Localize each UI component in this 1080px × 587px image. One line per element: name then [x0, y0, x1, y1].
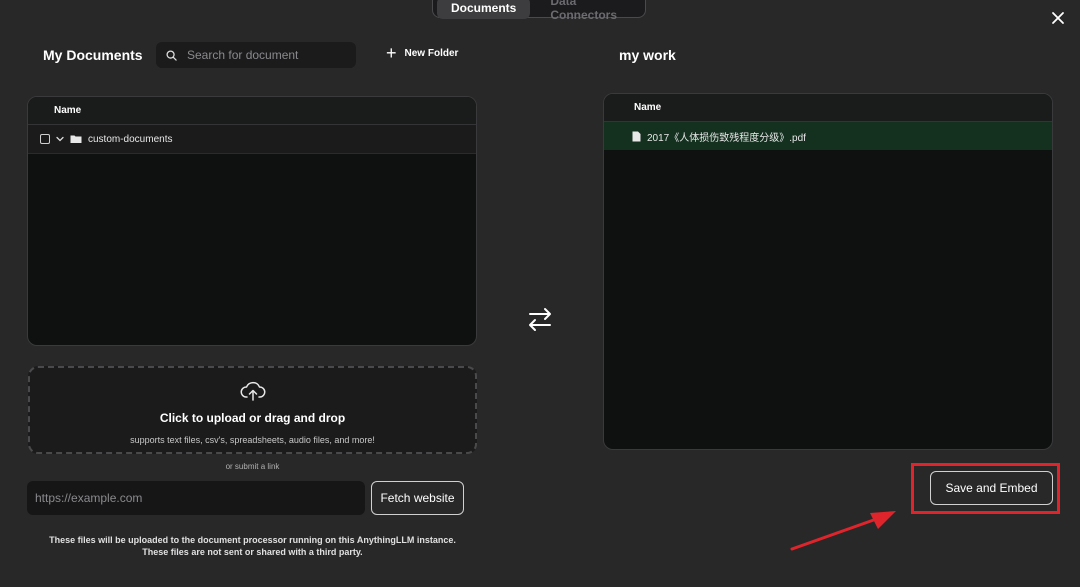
notice-line-1: These files will be uploaded to the docu…	[49, 535, 456, 545]
folder-name: custom-documents	[88, 133, 173, 145]
cloud-upload-icon	[240, 381, 265, 401]
close-icon[interactable]	[1050, 10, 1066, 26]
file-icon	[632, 131, 641, 141]
search-box[interactable]	[156, 42, 356, 68]
document-row[interactable]: 2017《人体损伤致残程度分级》.pdf	[604, 122, 1052, 150]
red-arrow	[790, 511, 896, 551]
search-input[interactable]	[185, 47, 349, 63]
table-header: Name	[604, 94, 1052, 122]
name-column-header: Name	[54, 105, 82, 116]
new-folder-label: New Folder	[404, 47, 459, 59]
fetch-website-button[interactable]: Fetch website	[371, 481, 464, 515]
upload-subtitle: supports text files, csv's, spreadsheets…	[130, 435, 375, 445]
swap-arrows-icon[interactable]	[526, 305, 554, 333]
tab-data-connectors[interactable]: Data Connectors	[536, 0, 641, 26]
notice-line-2: These files are not sent or shared with …	[142, 547, 363, 557]
new-folder-button[interactable]: + New Folder	[386, 43, 459, 63]
my-documents-title: My Documents	[43, 47, 143, 63]
folder-icon	[70, 135, 82, 143]
upload-title: Click to upload or drag and drop	[159, 411, 346, 425]
tab-bar: Documents Data Connectors	[432, 0, 646, 22]
folder-row[interactable]: custom-documents	[28, 125, 476, 154]
name-column-header: Name	[634, 102, 662, 113]
document-name: 2017《人体损伤致残程度分级》.pdf	[647, 132, 806, 144]
my-documents-panel: Name custom-documents	[27, 96, 477, 346]
folder-checkbox[interactable]	[40, 134, 50, 144]
plus-icon: +	[386, 43, 397, 63]
tab-documents[interactable]: Documents	[437, 0, 531, 19]
url-input[interactable]	[27, 481, 365, 515]
chevron-down-icon[interactable]	[55, 134, 65, 144]
upload-dropzone[interactable]: Click to upload or drag and drop support…	[28, 366, 477, 454]
workspace-panel: Name 2017《人体损伤致残程度分级》.pdf	[603, 93, 1053, 450]
save-and-embed-button[interactable]: Save and Embed	[930, 471, 1053, 505]
workspace-title: my work	[619, 47, 676, 63]
table-header: Name	[28, 97, 476, 125]
privacy-notice: These files will be uploaded to the docu…	[0, 534, 505, 558]
or-submit-link-label: or submit a link	[225, 462, 280, 471]
search-icon	[166, 49, 177, 61]
